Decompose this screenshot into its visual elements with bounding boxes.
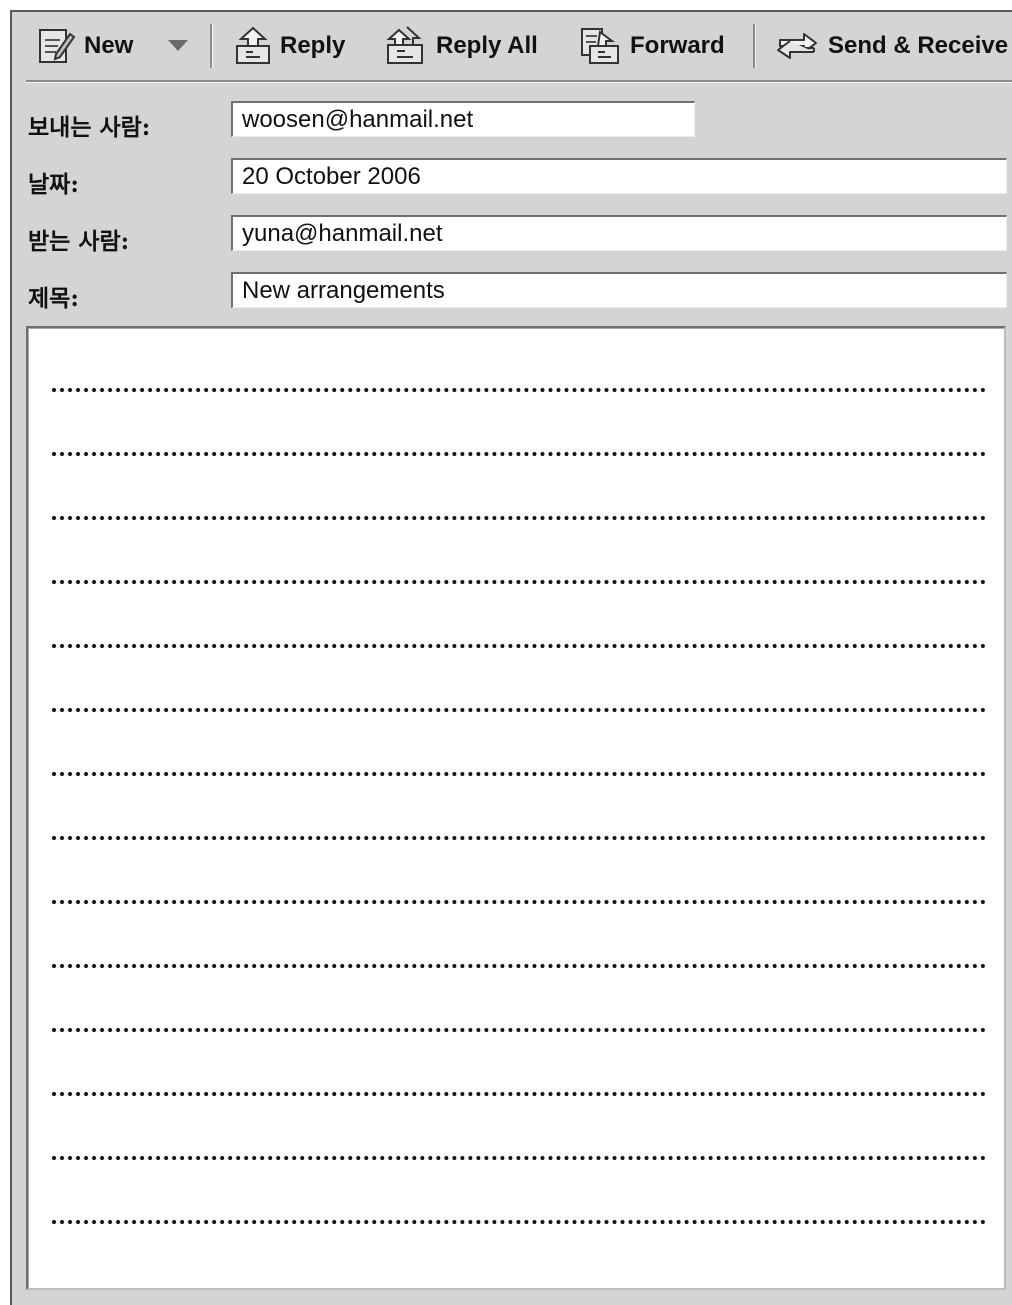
send-receive-button-label: Send & Receive xyxy=(828,32,1009,59)
to-field[interactable]: yuna@hanmail.net xyxy=(231,215,1007,251)
writing-line xyxy=(52,1028,986,1032)
forward-icon xyxy=(581,28,619,64)
date-label: 날짜: xyxy=(28,171,79,198)
to-label: 받는 사람: xyxy=(28,228,130,255)
writing-line xyxy=(52,900,986,904)
subject-label: 제목: xyxy=(28,285,79,312)
writing-line xyxy=(52,452,986,456)
toolbar-separator xyxy=(210,24,212,68)
writing-line xyxy=(52,708,986,712)
reply-all-button[interactable]: Reply All xyxy=(382,22,538,70)
compose-icon xyxy=(39,29,76,63)
forward-button-label: Forward xyxy=(630,32,725,59)
send-receive-button[interactable]: Send & Receive xyxy=(774,22,1008,70)
writing-line xyxy=(52,1092,986,1096)
forward-button[interactable]: Forward xyxy=(578,22,725,70)
email-window: New Reply Reply All Forward Send & Recei… xyxy=(10,10,1012,1305)
reply-all-button-label: Reply All xyxy=(436,32,538,59)
reply-button-label: Reply xyxy=(280,32,346,59)
writing-line xyxy=(52,964,986,968)
from-field[interactable]: woosen@hanmail.net xyxy=(231,101,695,137)
new-button-label: New xyxy=(84,32,134,59)
message-body[interactable] xyxy=(26,326,1006,1290)
writing-line xyxy=(52,836,986,840)
writing-line xyxy=(52,516,986,520)
toolbar: New Reply Reply All Forward Send & Recei… xyxy=(26,12,1012,82)
reply-button[interactable]: Reply xyxy=(234,22,345,70)
writing-line xyxy=(52,772,986,776)
from-label: 보내는 사람: xyxy=(28,114,151,141)
subject-field[interactable]: New arrangements xyxy=(231,272,1007,308)
writing-line xyxy=(52,388,986,392)
writing-line xyxy=(52,644,986,648)
writing-line xyxy=(52,580,986,584)
reply-icon xyxy=(236,26,270,64)
date-field[interactable]: 20 October 2006 xyxy=(231,158,1007,194)
toolbar-separator xyxy=(753,24,755,68)
writing-line xyxy=(52,1156,986,1160)
new-button[interactable]: New xyxy=(36,22,133,70)
dropdown-arrow-icon[interactable] xyxy=(168,40,188,51)
writing-line xyxy=(52,1220,986,1224)
reply-all-icon xyxy=(386,26,423,64)
send-receive-icon xyxy=(777,33,817,59)
